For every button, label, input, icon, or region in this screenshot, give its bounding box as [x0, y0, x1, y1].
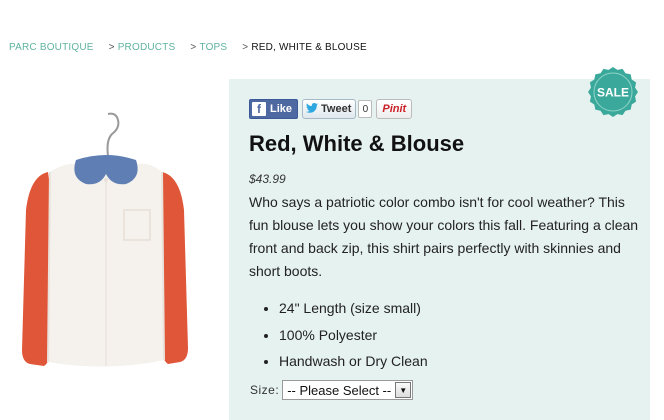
feature-item: Handwash or Dry Clean	[279, 348, 428, 375]
breadcrumb-home-link[interactable]: PARC BOUTIQUE	[9, 42, 94, 53]
tweet-count: 0	[358, 100, 373, 118]
breadcrumb-separator: >	[108, 42, 115, 53]
product-details-panel: f Like Tweet 0 Pinit Red, White & Blouse…	[229, 79, 650, 420]
breadcrumb-separator: >	[242, 42, 249, 53]
breadcrumb-tops-link[interactable]: TOPS	[199, 42, 227, 53]
facebook-like-label: Like	[270, 103, 293, 115]
breadcrumb: PARC BOUTIQUE > PRODUCTS > TOPS > RED, WHIT…	[9, 42, 367, 53]
feature-item: 100% Polyester	[279, 322, 428, 349]
breadcrumb-products-link[interactable]: PRODUCTS	[118, 42, 176, 53]
product-title: Red, White & Blouse	[249, 131, 465, 156]
facebook-like-button[interactable]: f Like	[249, 99, 299, 119]
sale-badge-icon: SALE	[588, 67, 638, 117]
product-price: $43.99	[249, 172, 286, 186]
size-label: Size:	[250, 383, 280, 397]
product-image[interactable]	[0, 80, 214, 420]
blouse-illustration	[0, 80, 214, 420]
sale-badge: SALE	[588, 67, 638, 117]
size-selector-row: Size: -- Please Select -- ▼	[250, 380, 414, 400]
breadcrumb-separator: >	[190, 42, 197, 53]
tweet-button[interactable]: Tweet	[302, 99, 357, 119]
size-select-dropdown[interactable]: -- Please Select -- ▼	[282, 380, 414, 400]
facebook-icon: f	[252, 102, 266, 116]
tweet-label: Tweet	[321, 103, 352, 115]
sale-badge-label: SALE	[597, 86, 629, 100]
feature-item: 24" Length (size small)	[279, 295, 428, 322]
product-description: Who says a patriotic color combo isn't f…	[249, 194, 639, 279]
breadcrumb-current: RED, WHITE & BLOUSE	[251, 42, 367, 53]
size-select-value: -- Please Select --	[287, 382, 392, 398]
pinterest-pin-button[interactable]: Pinit	[376, 99, 413, 119]
dropdown-arrow-icon[interactable]: ▼	[395, 382, 412, 398]
social-share-bar: f Like Tweet 0 Pinit	[249, 99, 413, 119]
product-features-list: 24" Length (size small) 100% Polyester H…	[279, 295, 428, 375]
twitter-bird-icon	[306, 102, 319, 116]
